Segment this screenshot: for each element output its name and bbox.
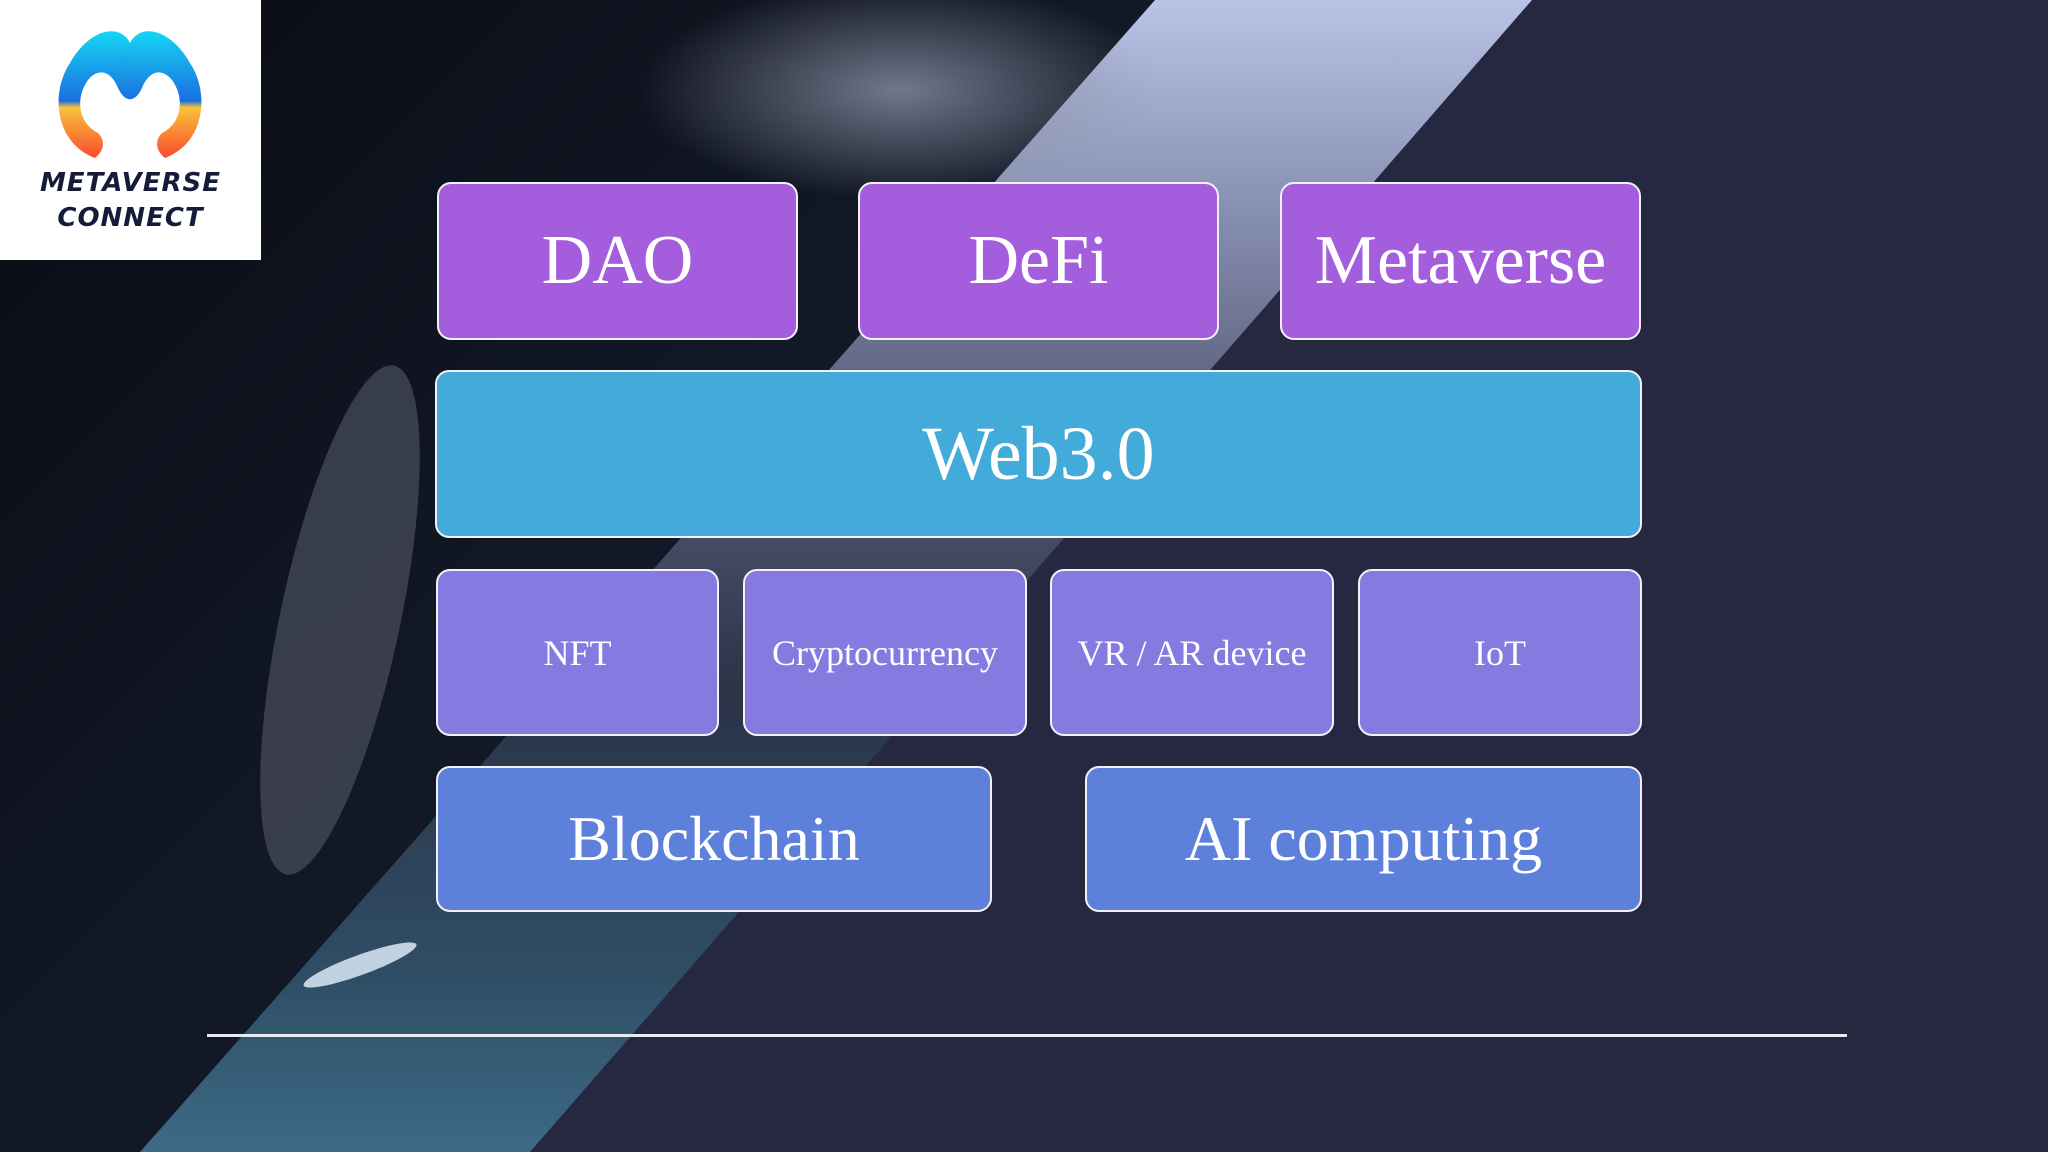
vr-ar-device-box: VR / AR device [1050, 569, 1334, 736]
footer-divider-line [207, 1034, 1847, 1037]
dao-box: DAO [437, 182, 798, 340]
iot-box: IoT [1358, 569, 1642, 736]
metaverse-connect-logo-icon [58, 31, 202, 158]
cryptocurrency-box: Cryptocurrency [743, 569, 1027, 736]
blockchain-box: Blockchain [436, 766, 992, 912]
web3-platform-box: Web3.0 [435, 370, 1642, 538]
metaverse-box: Metaverse [1280, 182, 1641, 340]
defi-box: DeFi [858, 182, 1219, 340]
logo-text-line2: CONNECT [57, 203, 204, 233]
metaverse-connect-logo: METAVERSE CONNECT [0, 0, 261, 260]
ai-computing-box: AI computing [1085, 766, 1642, 912]
nft-box: NFT [436, 569, 719, 736]
logo-text-line1: METAVERSE [39, 168, 222, 198]
